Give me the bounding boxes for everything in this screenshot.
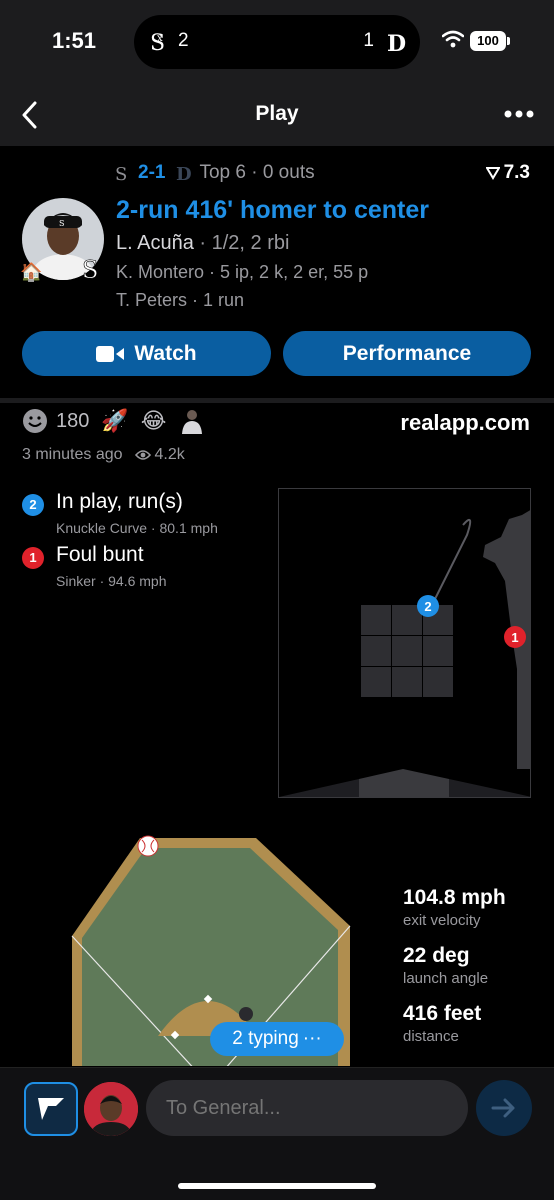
win-probability-value: 7.3 — [503, 162, 530, 183]
svg-text:D: D — [387, 31, 406, 55]
stat-distance: 416 feet distance — [403, 1002, 481, 1045]
live-activity-island[interactable]: Sx 2 1 D — [134, 15, 420, 69]
away-score: 2 — [178, 30, 189, 51]
win-probability: 7.3 — [485, 162, 530, 184]
zone-grid — [361, 605, 453, 697]
inning-status: Top 6 · 0 outs — [199, 162, 315, 183]
section-divider — [0, 398, 554, 403]
stat-value: 104.8 mph — [403, 886, 506, 909]
runner-line: T. Peters · 1 run — [116, 290, 245, 310]
stat-value: 22 deg — [403, 944, 470, 967]
nav-bar: Play — [0, 84, 554, 146]
smiley-icon — [23, 409, 47, 433]
white-sox-logo-icon: Sx — [150, 31, 165, 55]
svg-text:x: x — [157, 33, 163, 44]
stat-exit-velocity: 104.8 mph exit velocity — [403, 886, 506, 929]
message-composer — [0, 1067, 554, 1200]
user-photo-icon — [84, 1082, 138, 1136]
batter-name[interactable]: L. Acuña — [116, 232, 194, 254]
pitch-number-badge: 1 — [22, 547, 44, 569]
post-meta: 3 minutes ago 4.2k — [22, 446, 185, 464]
reactions-row: 180 🚀 😂 — [22, 408, 205, 434]
laughing-reaction-icon[interactable]: 😂 — [141, 408, 167, 434]
performance-label: Performance — [342, 341, 472, 365]
pitch-detail: Sinker · 94.6 mph — [56, 573, 167, 589]
strike-zone-chart: 2 1 — [278, 488, 531, 798]
pitcher-line: K. Montero · 5 ip, 2 k, 2 er, 55 p — [116, 262, 369, 282]
pitch-marker-label: 2 — [424, 599, 431, 614]
stat-value: 416 feet — [403, 1002, 482, 1025]
player-reaction-icon[interactable] — [179, 408, 205, 434]
time-ago: 3 minutes ago — [22, 446, 123, 463]
watch-button[interactable]: Watch — [22, 331, 271, 376]
pitch-number-badge: 2 — [22, 494, 44, 516]
batter-line: L. Acuña · 1/2, 2 rbi — [116, 232, 289, 255]
eye-icon — [134, 450, 151, 460]
wifi-icon — [442, 30, 464, 48]
svg-text:S: S — [59, 219, 64, 228]
user-avatar[interactable] — [84, 1082, 138, 1136]
team-badge-icon: S — [82, 256, 99, 284]
strike-zone-graphic: 2 1 — [279, 510, 530, 797]
view-count: 4.2k — [154, 446, 185, 463]
typing-indicator[interactable]: 2 typing ··· — [210, 1022, 344, 1056]
send-button[interactable] — [476, 1080, 532, 1136]
home-plate — [359, 769, 449, 797]
more-options-icon[interactable] — [504, 110, 534, 118]
pitch-result: In play, run(s) — [56, 490, 183, 513]
svg-text:D: D — [176, 164, 191, 184]
bat-path — [434, 518, 472, 600]
message-input[interactable] — [146, 1080, 468, 1136]
reaction-count: 180 — [56, 409, 90, 432]
reaction-count-button[interactable]: 180 — [22, 408, 89, 434]
page-title: Play — [255, 102, 299, 125]
send-arrow-icon — [491, 1098, 515, 1118]
app-logo-icon — [38, 1098, 64, 1120]
performance-button[interactable]: Performance — [283, 331, 531, 376]
home-score: 1 — [363, 30, 374, 51]
status-time: 1:51 — [52, 28, 97, 53]
home-badge-icon: 🏠 — [20, 262, 43, 282]
tigers-small-icon: D — [176, 164, 191, 184]
game-score: 2-1 — [138, 162, 166, 183]
play-headline[interactable]: 2-run 416' homer to center — [116, 196, 429, 225]
typing-dots: ··· — [302, 1028, 322, 1049]
home-indicator — [178, 1183, 376, 1189]
pitch-marker-2[interactable]: 2 — [417, 595, 439, 617]
video-camera-icon — [96, 345, 125, 362]
watch-label: Watch — [134, 341, 197, 365]
stat-label: distance — [403, 1028, 459, 1045]
stat-launch-angle: 22 deg launch angle — [403, 944, 488, 987]
pitch-marker-label: 1 — [511, 630, 518, 645]
pitch-detail: Knuckle Curve · 80.1 mph — [56, 520, 218, 536]
stat-label: launch angle — [403, 970, 489, 987]
leverage-icon — [485, 167, 500, 180]
white-sox-small-icon: S — [115, 164, 127, 184]
pitch-marker-1[interactable]: 1 — [504, 626, 526, 648]
typing-label: 2 typing — [232, 1028, 299, 1049]
tigers-logo-icon: D — [387, 31, 406, 55]
stat-label: exit velocity — [403, 912, 481, 929]
battery-indicator: 100 — [470, 31, 510, 51]
batter-stats: · 1/2, 2 rbi — [193, 232, 290, 254]
pitch-result: Foul bunt — [56, 543, 144, 566]
app-logo-button[interactable] — [24, 1082, 78, 1136]
rocket-reaction-icon[interactable]: 🚀 — [101, 408, 128, 434]
status-bar: 1:51 Sx 2 1 D 100 — [0, 0, 554, 84]
svg-text:S: S — [115, 164, 127, 184]
svg-text:S: S — [82, 256, 98, 284]
game-meta: S 2-1 D Top 6 · 0 outs — [114, 162, 315, 184]
source-site[interactable]: realapp.com — [400, 410, 530, 436]
